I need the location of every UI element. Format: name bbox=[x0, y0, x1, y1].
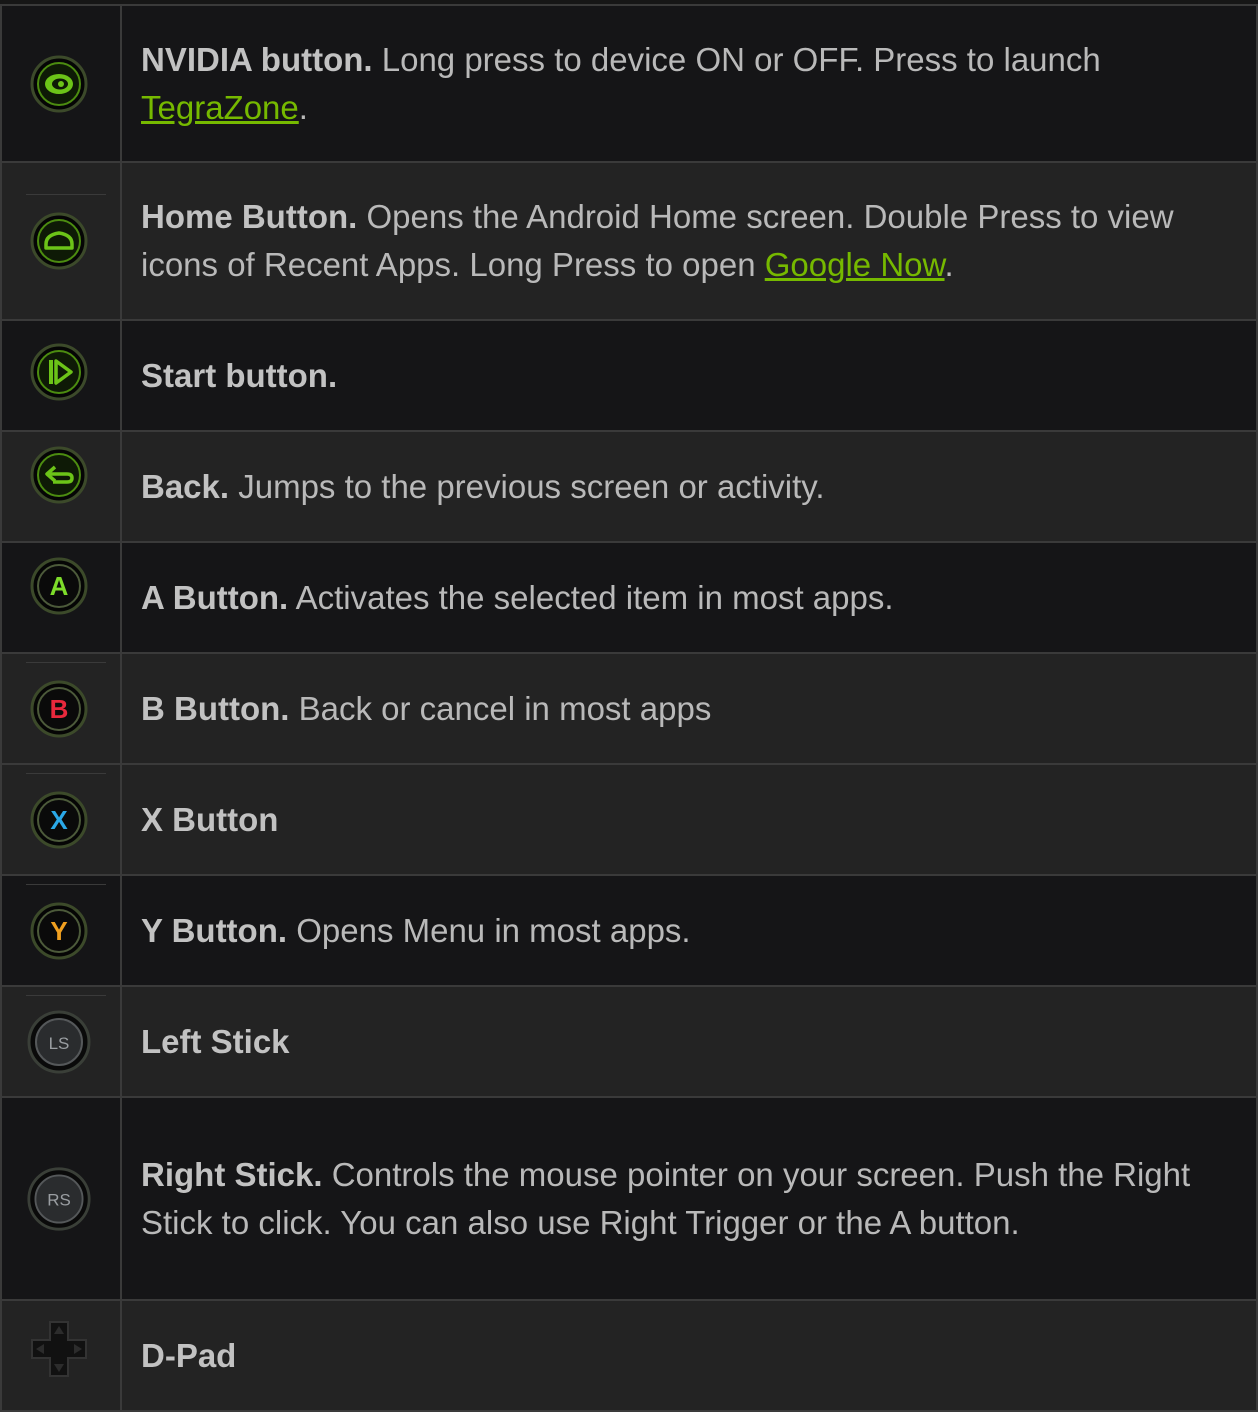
tegrazone-link[interactable]: TegraZone bbox=[141, 89, 299, 126]
table-row: Start button. bbox=[0, 319, 1258, 432]
controls-table: NVIDIA button. Long press to device ON o… bbox=[0, 4, 1258, 1412]
table-row: Home Button. Opens the Android Home scre… bbox=[0, 161, 1258, 321]
table-row: D-Pad bbox=[0, 1299, 1258, 1412]
row-description: Jumps to the previous screen or activity… bbox=[229, 467, 825, 505]
table-row: B B Button. Back or cancel in most apps bbox=[0, 652, 1258, 765]
right-stick-icon: RS bbox=[26, 1166, 92, 1232]
d-pad-icon bbox=[26, 1316, 92, 1382]
row-title: NVIDIA button. bbox=[141, 40, 373, 78]
table-row: Back. Jumps to the previous screen or ac… bbox=[0, 430, 1258, 543]
svg-text:LS: LS bbox=[49, 1034, 70, 1053]
y-button-icon: Y bbox=[26, 883, 106, 964]
table-row: RS Right Stick. Controls the mouse point… bbox=[0, 1096, 1258, 1301]
row-title: Start button. bbox=[141, 356, 338, 394]
svg-text:A: A bbox=[50, 571, 69, 601]
row-title: Back. bbox=[141, 467, 230, 505]
x-button-icon: X bbox=[26, 772, 106, 853]
row-description: Activates the selected item in most apps… bbox=[288, 578, 894, 616]
row-description: Opens Menu in most apps. bbox=[287, 911, 691, 949]
svg-text:Y: Y bbox=[50, 916, 67, 946]
a-button-icon: A bbox=[26, 553, 92, 619]
row-description: Back or cancel in most apps bbox=[289, 689, 712, 727]
start-button-icon bbox=[26, 339, 92, 405]
svg-text:RS: RS bbox=[47, 1190, 71, 1209]
row-title: Right Stick. bbox=[141, 1155, 323, 1193]
row-title: B Button. bbox=[141, 689, 290, 727]
nvidia-button-icon bbox=[26, 51, 92, 117]
row-title: D-Pad bbox=[141, 1336, 237, 1374]
row-title: Y Button. bbox=[141, 911, 288, 949]
row-title: X Button bbox=[141, 800, 279, 838]
svg-text:X: X bbox=[50, 805, 68, 835]
b-button-icon: B bbox=[26, 661, 106, 742]
row-title: A Button. bbox=[141, 578, 289, 616]
table-row: A A Button. Activates the selected item … bbox=[0, 541, 1258, 654]
table-row: NVIDIA button. Long press to device ON o… bbox=[0, 4, 1258, 163]
row-title: Left Stick bbox=[141, 1022, 290, 1060]
table-row: X X Button bbox=[0, 763, 1258, 876]
svg-text:B: B bbox=[50, 694, 69, 724]
table-row: LS Left Stick bbox=[0, 985, 1258, 1098]
home-button-icon bbox=[26, 194, 106, 274]
back-button-icon bbox=[26, 442, 92, 508]
row-title: Home Button. bbox=[141, 198, 358, 235]
row-description: Long press to device ON or OFF. Press to… bbox=[372, 40, 1101, 78]
table-row: Y Y Button. Opens Menu in most apps. bbox=[0, 874, 1258, 987]
left-stick-icon: LS bbox=[26, 994, 106, 1075]
google-now-link[interactable]: Google Now bbox=[765, 246, 945, 283]
